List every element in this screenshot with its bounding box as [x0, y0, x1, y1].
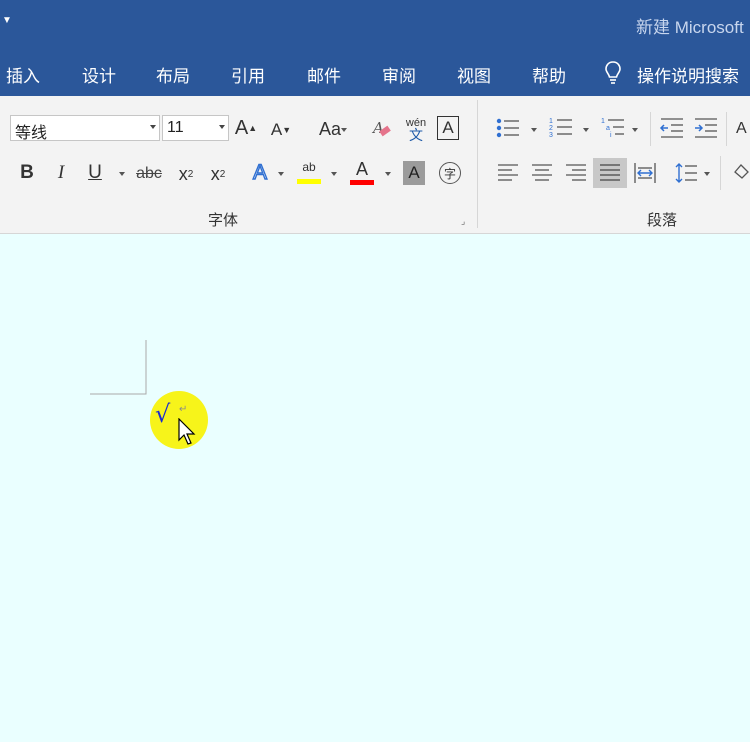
justify-icon	[600, 164, 620, 181]
font-name-combo[interactable]: 等线	[10, 115, 160, 142]
distributed-icon[interactable]	[633, 161, 657, 185]
superscript-mark: 2	[219, 168, 226, 180]
font-color-bar	[350, 179, 374, 185]
tab-mailings[interactable]: 邮件	[307, 62, 341, 87]
tab-view[interactable]: 视图	[457, 62, 491, 87]
increase-indent-icon[interactable]	[693, 116, 719, 140]
underline-button[interactable]: U	[84, 160, 106, 186]
svg-text:3: 3	[549, 132, 553, 139]
font-group-label: 字体	[208, 212, 239, 229]
bold-button[interactable]: B	[16, 160, 38, 186]
dialog-launcher-icon[interactable]: ⌟	[461, 216, 465, 227]
subscript-mark: 2	[187, 168, 194, 180]
paragraph-group-label: 段落	[647, 212, 678, 229]
tab-review[interactable]: 审阅	[382, 62, 416, 87]
tab-design[interactable]: 设计	[82, 62, 116, 87]
svg-text:a: a	[606, 125, 610, 132]
superscript-base: x	[210, 163, 220, 184]
strikethrough-label: abc	[136, 165, 162, 182]
chevron-down-icon[interactable]	[278, 172, 284, 176]
bullets-icon[interactable]	[495, 117, 521, 139]
chevron-down-icon[interactable]	[341, 128, 347, 132]
mouse-pointer-icon	[178, 418, 196, 445]
tab-help[interactable]: 帮助	[532, 62, 566, 87]
svg-text:2: 2	[549, 125, 553, 132]
text-effects-label: A	[252, 160, 267, 184]
title-bar: ▼ 新建 Microsoft	[0, 0, 750, 48]
character-shading-button[interactable]: A	[403, 161, 425, 185]
align-left-icon[interactable]	[497, 162, 519, 184]
font-name-value: 等线	[15, 125, 48, 142]
group-divider	[477, 100, 478, 228]
strikethrough-button[interactable]: abc	[134, 161, 164, 187]
subscript-base: x	[178, 163, 188, 184]
inserted-check-mark[interactable]: √	[155, 400, 170, 428]
superscript-button[interactable]: x2	[206, 161, 230, 187]
font-color-label: A	[355, 158, 368, 179]
chevron-down-icon[interactable]	[331, 172, 337, 176]
chevron-down-icon[interactable]	[531, 128, 537, 132]
window-title: 新建 Microsoft	[636, 18, 744, 37]
chevron-down-icon[interactable]	[704, 172, 710, 176]
shading-bucket-icon[interactable]	[732, 160, 750, 184]
svg-text:1: 1	[601, 118, 605, 125]
character-border-icon[interactable]: A	[437, 116, 459, 140]
shrink-font-icon[interactable]: A ▼	[270, 116, 292, 144]
phonetic-guide-icon[interactable]: wén 文	[403, 114, 429, 144]
italic-button[interactable]: I	[50, 160, 72, 186]
tab-layout[interactable]: 布局	[156, 62, 190, 87]
quick-access-dropdown-icon[interactable]: ▼	[2, 15, 12, 26]
group-divider	[726, 112, 727, 146]
chevron-down-icon[interactable]	[632, 128, 638, 132]
highlight-label: ab	[302, 160, 316, 174]
bold-label: B	[20, 162, 34, 183]
chevron-down-icon[interactable]	[385, 172, 391, 176]
chevron-down-icon[interactable]	[219, 125, 225, 129]
underline-label: U	[88, 162, 102, 183]
chevron-down-icon[interactable]	[150, 125, 156, 129]
clear-formatting-icon[interactable]: A	[370, 116, 394, 142]
character-shading-label: A	[408, 163, 420, 182]
line-spacing-icon[interactable]	[674, 161, 698, 185]
subscript-button[interactable]: x2	[174, 161, 198, 187]
enclose-characters-button[interactable]: 字	[439, 162, 461, 184]
justify-button[interactable]	[593, 158, 627, 188]
page-corner-marker	[90, 340, 147, 395]
ribbon-tabs: 插入 设计 布局 引用 邮件 审阅 视图 帮助 操作说明搜索	[0, 48, 750, 96]
lightbulb-icon	[605, 61, 621, 84]
multilevel-list-icon[interactable]: 1 a i	[600, 116, 626, 140]
change-case-label: Aa	[318, 118, 342, 139]
grow-font-icon[interactable]: A ▲	[235, 114, 257, 142]
chevron-down-icon[interactable]	[583, 128, 589, 132]
highlight-button[interactable]: ab	[296, 158, 322, 186]
phonetic-bottom: 文	[409, 127, 423, 143]
chevron-down-icon[interactable]	[119, 172, 125, 176]
text-effects-button[interactable]: A	[248, 160, 272, 186]
group-divider	[720, 156, 721, 190]
svg-text:A: A	[736, 120, 747, 137]
svg-text:1: 1	[549, 118, 553, 125]
group-divider	[650, 112, 651, 146]
decrease-indent-icon[interactable]	[659, 116, 685, 140]
tab-references[interactable]: 引用	[231, 62, 265, 87]
character-border-label: A	[442, 118, 454, 137]
align-right-icon[interactable]	[565, 162, 587, 184]
italic-label: I	[57, 162, 65, 183]
document-canvas[interactable]	[0, 234, 750, 742]
highlight-color-bar	[297, 179, 321, 184]
svg-text:i: i	[610, 132, 612, 139]
numbering-icon[interactable]: 1 2 3	[548, 116, 574, 140]
paragraph-mark: ↵	[179, 404, 188, 415]
enclose-characters-label: 字	[443, 166, 456, 181]
font-color-button[interactable]: A	[349, 158, 375, 186]
tab-insert[interactable]: 插入	[6, 62, 40, 87]
font-size-combo[interactable]: 11	[162, 115, 229, 141]
chinese-layout-icon[interactable]: A	[734, 116, 750, 140]
align-center-icon[interactable]	[531, 162, 553, 184]
font-size-value: 11	[167, 119, 184, 136]
tell-me-search[interactable]: 操作说明搜索	[637, 62, 739, 87]
